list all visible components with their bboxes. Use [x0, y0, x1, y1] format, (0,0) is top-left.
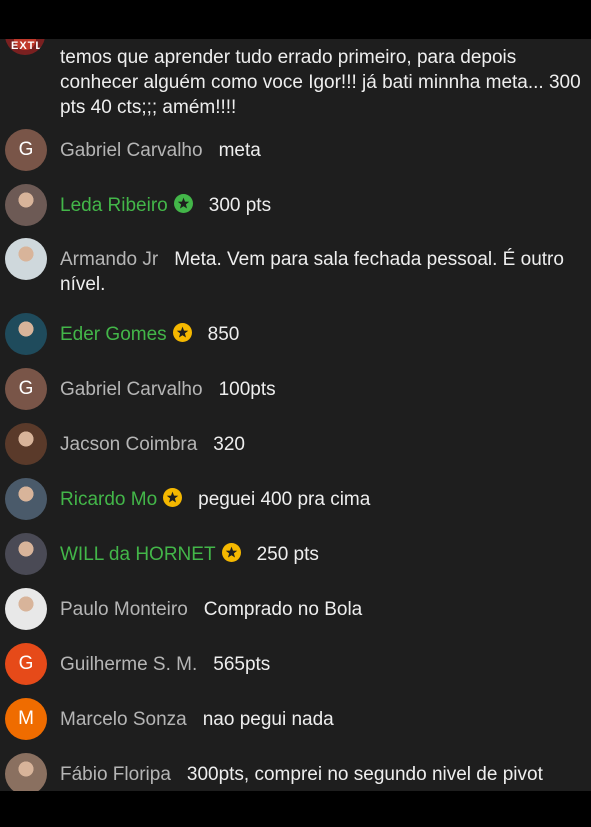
avatar[interactable] [5, 588, 47, 630]
avatar[interactable] [5, 313, 47, 355]
message-line: Guilherme S. M. 565pts [60, 652, 586, 677]
author-name[interactable]: Fábio Floripa [60, 764, 171, 785]
message-line: Gabriel Carvalho meta [60, 138, 586, 163]
message-text: temos que aprender tudo errado primeiro,… [60, 47, 581, 118]
avatar[interactable] [5, 238, 47, 280]
avatar[interactable] [5, 478, 47, 520]
author-name[interactable]: WILL da HORNET [60, 544, 216, 565]
message-text: 850 [207, 324, 240, 345]
author-name[interactable]: Guilherme S. M. [60, 654, 197, 675]
message-line: Marcelo Sonza nao pegui nada [60, 707, 586, 732]
member-star-icon [163, 488, 183, 507]
author-name[interactable]: Armando Jr [60, 249, 158, 270]
message-text: 320 [213, 434, 245, 455]
avatar[interactable]: G [5, 643, 47, 685]
author-name[interactable]: Paulo Monteiro [60, 599, 188, 620]
author-name[interactable]: Marcelo Sonza [60, 709, 187, 730]
message-text: 250 pts [256, 544, 319, 565]
author-name[interactable]: Ricardo Mo [60, 489, 157, 510]
avatar-letter: G [18, 378, 34, 399]
message-text: Comprado no Bola [203, 599, 363, 620]
avatar[interactable]: M [5, 698, 47, 740]
message-text: peguei 400 pra cima [198, 489, 371, 510]
message-line: Paulo Monteiro Comprado no Bola [60, 597, 586, 622]
message-text: 565pts [213, 654, 271, 675]
avatar-letter: G [18, 653, 34, 674]
member-star-icon [221, 543, 241, 562]
avatar[interactable]: G [5, 368, 47, 410]
avatar[interactable] [5, 184, 47, 226]
message-line: Leda Ribeiro 300 pts [60, 193, 586, 218]
bottom-bar [0, 791, 591, 827]
message-text: 300 pts [208, 195, 272, 216]
message-text: 100pts [218, 379, 276, 400]
message-line: Eder Gomes 850 [60, 322, 586, 347]
member-star-icon [173, 194, 193, 213]
avatar[interactable] [5, 753, 47, 791]
message-text: 300pts, comprei no segundo nivel de pivo… [186, 764, 543, 785]
avatar-logo-text: EXTLO [11, 40, 45, 52]
avatar[interactable] [5, 423, 47, 465]
message-line: Gabriel Carvalho 100pts [60, 377, 586, 402]
avatar[interactable]: EXTLO [5, 39, 45, 55]
avatar-letter: M [18, 708, 34, 729]
author-name[interactable]: Gabriel Carvalho [60, 140, 203, 161]
message-line: Fábio Floripa 300pts, comprei no segundo … [60, 762, 586, 787]
member-star-icon [172, 323, 192, 342]
avatar[interactable]: G [5, 129, 47, 171]
author-name[interactable]: Leda Ribeiro [60, 195, 168, 216]
message-text: meta [218, 140, 261, 161]
message-line: WILL da HORNET 250 pts [60, 542, 586, 567]
avatar-letter: G [18, 139, 34, 160]
message-text: nao pegui nada [202, 709, 334, 730]
message-line: Jacson Coimbra 320 [60, 432, 586, 457]
author-name[interactable]: Eder Gomes [60, 324, 167, 345]
author-name[interactable]: Jacson Coimbra [60, 434, 197, 455]
avatar[interactable] [5, 533, 47, 575]
author-name[interactable]: Gabriel Carvalho [60, 379, 203, 400]
message-line: Armando Jr Meta. Vem para sala fechada pe… [60, 247, 586, 297]
live-chat-panel: EXTLO temos que aprender tudo errado pri… [0, 39, 591, 791]
message-line: Ricardo Mo peguei 400 pra cima [60, 487, 586, 512]
